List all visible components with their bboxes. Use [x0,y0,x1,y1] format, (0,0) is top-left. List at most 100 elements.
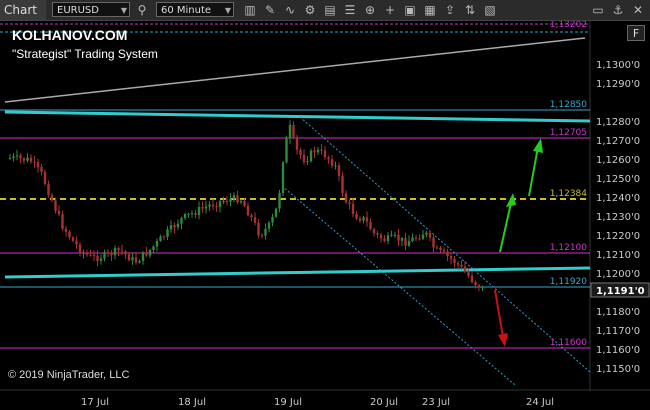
candle-body [201,207,204,209]
price-chart[interactable]: 1,13202 1,12850 1,12705 1,12384 1,12100 … [0,21,650,410]
candle-body [57,210,61,215]
candle-body [428,232,432,238]
price-tick: 1,1230'0 [596,212,640,223]
candle-body [61,214,64,229]
candle-body [229,198,232,202]
candle-body [376,233,379,235]
candle-body [64,228,68,232]
candle-body [33,161,36,163]
candle-body [141,252,145,262]
data-box-icon[interactable]: ▦ [422,1,438,19]
candle-body [446,251,449,257]
price-tick: 1,1180'0 [596,307,640,318]
candle-body [278,193,281,209]
trade-icon[interactable]: ⇅ [462,1,478,19]
copyright-notice: © 2019 NinjaTrader, LLC [8,369,130,381]
candle-body [127,254,131,261]
time-tick: 17 Jul [81,397,109,408]
candle-body [358,218,362,221]
zoom-icon[interactable]: ⊕ [362,1,378,19]
candle-body [470,275,474,282]
share-icon[interactable]: ⇪ [442,1,458,19]
candle-body [110,252,113,256]
level-label-12100: 1,12100 [550,243,587,253]
candle-body [89,254,92,256]
candle-body [330,159,334,166]
candle-body [47,183,50,196]
candle-body [327,157,330,160]
candle-body [449,256,453,259]
strategies-icon[interactable]: ⚙ [302,1,318,19]
candle-body [348,202,351,204]
templates-icon[interactable]: ▤ [322,1,338,19]
candle-body [155,240,159,247]
screenshot-icon[interactable]: ▣ [402,1,418,19]
interval-selector[interactable]: 60 Minute ▼ [156,2,234,17]
candle-body [120,250,124,252]
candle-body [29,157,33,162]
candle-body [362,217,365,221]
candle-body [439,247,442,250]
candle-body [288,125,292,139]
candle-body [285,138,288,163]
chart-trader-icon[interactable]: ▧ [482,1,498,19]
candle-body [257,222,260,236]
layout-icon[interactable]: ▭ [590,1,606,19]
candle-body [320,149,323,151]
candle-body [414,237,418,239]
candle-body [442,249,446,252]
candle-body [131,257,134,261]
candle-body [40,166,43,172]
candle-body [22,158,26,161]
candle-body [334,165,337,167]
properties-icon[interactable]: ☰ [342,1,358,19]
candle-body [134,257,138,263]
candle-body [96,255,99,261]
candle-body [323,150,327,158]
level-label-13202: 1,13202 [550,21,587,30]
brand-subtitle: "Strategist" Trading System [12,47,158,61]
crosshair-icon[interactable]: + [382,1,398,19]
instrument-selector[interactable]: EURUSD ▼ [52,2,130,17]
chart-tab-label[interactable]: Chart [0,0,46,20]
candle-body [152,246,155,250]
arrow-down [494,289,508,347]
level-label-12850: 1,12850 [550,100,587,110]
f-button[interactable]: F [627,25,645,41]
price-tick: 1,1250'0 [596,174,640,185]
close-icon[interactable]: ✕ [630,1,646,19]
bar-style-icon[interactable]: ▥ [242,1,258,19]
time-tick: 23 Jul [422,397,450,408]
draw-tools-icon[interactable]: ✎ [262,1,278,19]
time-tick: 20 Jul [370,397,398,408]
candle-body [92,254,96,256]
candle-body [225,200,229,202]
candle-body [180,218,183,224]
time-tick: 24 Jul [526,397,554,408]
candle-body [253,217,257,223]
candle-body [474,281,477,286]
arrow-up-2 [528,138,543,197]
indicators-icon[interactable]: ∿ [282,1,298,19]
price-tick: 1,1220'0 [596,231,640,242]
candle-body [15,155,19,157]
candle-body [243,201,246,206]
candle-body [477,285,481,288]
candle-body [239,201,243,203]
candle-body [421,234,425,239]
candle-body [50,195,54,201]
candle-body [365,217,369,222]
search-icon[interactable]: ⚲ [134,1,150,19]
candle-body [386,235,390,242]
attach-icon[interactable]: ⚓ [610,1,626,19]
candle-body [260,235,264,237]
price-tick: 1,1280'0 [596,117,640,128]
candle-body [12,156,15,158]
candle-body [481,286,484,288]
candle-body [341,175,344,194]
candle-body [246,205,250,216]
candle-body [117,248,120,251]
candle-body [306,161,309,163]
candle-body [26,157,29,161]
candle-body [236,195,239,203]
